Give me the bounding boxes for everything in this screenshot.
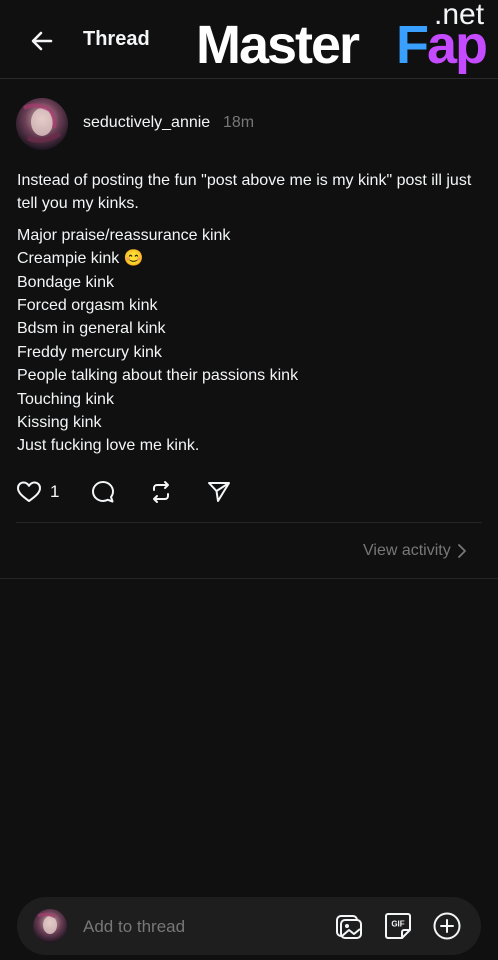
heart-icon (17, 481, 41, 502)
add-to-thread-input[interactable]: Add to thread (83, 917, 185, 937)
list-item: Creampie kink 😊 (17, 250, 144, 268)
post-body: Instead of posting the fun "post above m… (17, 169, 487, 458)
add-image-button[interactable] (333, 910, 365, 942)
reply-composer[interactable]: Add to thread GIF (17, 897, 481, 955)
divider (16, 522, 482, 523)
image-gallery-icon (336, 915, 362, 939)
back-button[interactable] (26, 25, 58, 57)
list-item: Freddy mercury kink (17, 343, 162, 361)
list-item: Bdsm in general kink (17, 320, 166, 338)
watermark-logo: Master Fap .net (196, 0, 498, 80)
post-actions: 1 (16, 478, 316, 506)
list-item: Touching kink (17, 390, 114, 408)
list-item: People talking about their passions kink (17, 367, 299, 385)
page-title: Thread (83, 28, 150, 50)
repost-icon (153, 481, 169, 503)
chevron-right-icon (457, 544, 466, 558)
gif-button[interactable]: GIF (382, 910, 414, 942)
repost-button[interactable] (148, 478, 174, 506)
like-button[interactable]: 1 (16, 478, 59, 506)
post-time: 18m (223, 114, 255, 131)
reply-button[interactable] (90, 478, 116, 506)
arrow-left-icon (31, 31, 53, 51)
gif-icon: GIF (385, 913, 411, 939)
watermark-master: Master (196, 15, 360, 75)
username[interactable]: seductively_annie (83, 114, 210, 132)
view-activity-link[interactable]: View activity (363, 542, 467, 560)
list-item: Major praise/reassurance kink (17, 226, 231, 244)
watermark-net: .net (434, 0, 485, 31)
avatar (33, 909, 67, 943)
list-item: Bondage kink (17, 273, 114, 291)
post-author: seductively_annie 18m (16, 98, 486, 152)
top-bar: Thread Master Fap .net (0, 0, 498, 79)
share-button[interactable] (206, 478, 232, 506)
list-item: Just fucking love me kink. (17, 437, 200, 455)
like-count: 1 (50, 482, 60, 501)
divider (0, 578, 498, 579)
comment-icon (92, 481, 114, 503)
add-button[interactable] (431, 910, 463, 942)
plus-circle-icon (433, 912, 461, 940)
list-item: Forced orgasm kink (17, 297, 158, 315)
gif-label: GIF (391, 920, 404, 929)
post-intro: Instead of posting the fun "post above m… (17, 172, 472, 213)
send-icon (208, 482, 230, 502)
list-item: Kissing kink (17, 414, 102, 432)
avatar[interactable] (16, 98, 68, 150)
view-activity-label: View activity (363, 542, 451, 559)
